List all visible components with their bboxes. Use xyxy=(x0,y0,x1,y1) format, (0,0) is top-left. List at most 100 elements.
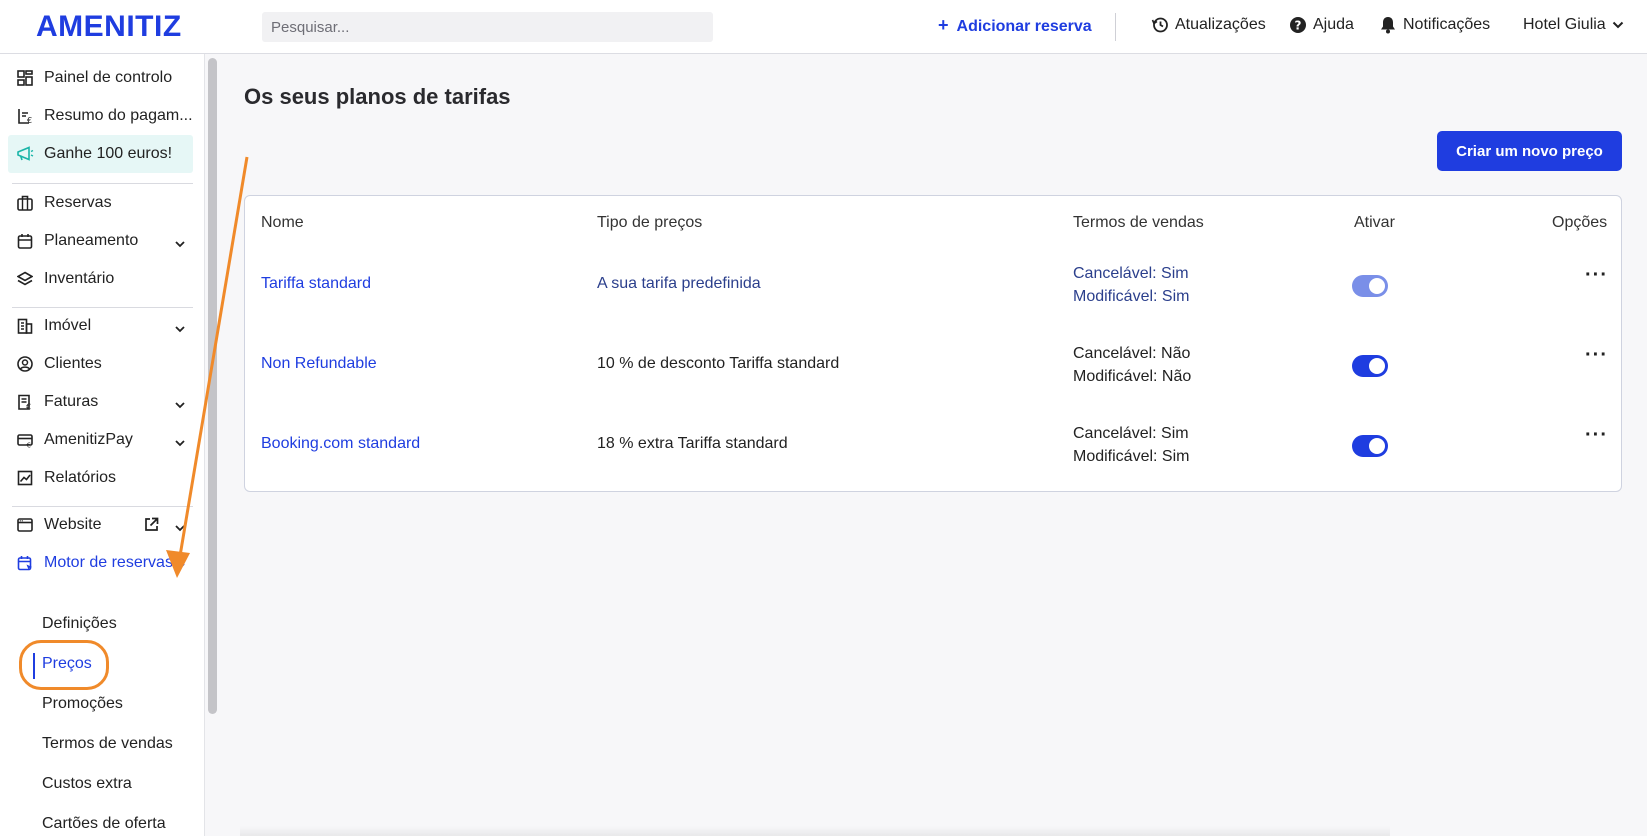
active-toggle[interactable] xyxy=(1352,275,1388,297)
active-toggle[interactable] xyxy=(1352,435,1388,457)
help-icon: ? xyxy=(1288,15,1307,34)
sidebar-item-label: Reservas xyxy=(44,194,112,211)
sidebar-item-dashboard[interactable]: Painel de controlo xyxy=(8,59,193,97)
sales-terms: Cancelável: Sim Modificável: Sim xyxy=(1073,422,1189,468)
chevron-down-icon xyxy=(175,235,185,253)
rate-name-link[interactable]: Booking.com standard xyxy=(261,435,420,453)
sidebar-item-label: Motor de reservas xyxy=(44,554,173,571)
sales-terms: Cancelável: Sim Modificável: Sim xyxy=(1073,262,1189,308)
invoice-icon: € xyxy=(16,393,34,411)
sidebar-item-label: Clientes xyxy=(44,355,102,372)
calendar-icon xyxy=(16,232,34,250)
column-header-options: Opções xyxy=(1552,214,1608,231)
page-title: Os seus planos de tarifas xyxy=(244,84,511,109)
svg-text:€: € xyxy=(27,442,31,449)
external-link-icon[interactable] xyxy=(144,517,159,537)
chevron-down-icon xyxy=(175,557,185,575)
clients-icon xyxy=(16,355,34,373)
payment-summary-icon: € xyxy=(16,107,34,125)
sidebar-scrollbar[interactable] xyxy=(208,58,217,714)
sales-terms: Cancelável: Não Modificável: Não xyxy=(1073,342,1191,388)
updates-label: Atualizações xyxy=(1175,15,1266,33)
notifications-link[interactable]: Notificações xyxy=(1378,15,1490,34)
toggle-knob xyxy=(1369,438,1385,454)
sidebar-item-booking-engine[interactable]: Motor de reservas xyxy=(8,544,193,582)
sidebar-item-label: Resumo do pagam... xyxy=(44,107,193,124)
rate-type: 10 % de desconto Tariffa standard xyxy=(597,355,840,372)
cancellable-text: Cancelável: Não xyxy=(1073,345,1191,362)
sidebar-item-clients[interactable]: Clientes xyxy=(8,345,193,383)
subnav-definitions[interactable]: Definições xyxy=(42,615,117,633)
active-toggle[interactable] xyxy=(1352,355,1388,377)
column-header-terms: Termos de vendas xyxy=(1073,214,1204,231)
svg-text:€: € xyxy=(27,116,32,124)
svg-text:?: ? xyxy=(1294,18,1301,32)
svg-text:€: € xyxy=(26,403,31,411)
sidebar-item-amenitizpay[interactable]: € AmenitizPay xyxy=(8,421,193,459)
sidebar-item-label: AmenitizPay xyxy=(44,431,133,448)
sidebar-item-payment-summary[interactable]: € Resumo do pagam... xyxy=(8,97,193,135)
subnav-gift-cards[interactable]: Cartões de oferta xyxy=(42,815,166,833)
sidebar-item-label: Imóvel xyxy=(44,317,92,334)
header-divider xyxy=(1115,13,1116,41)
toggle-knob xyxy=(1369,278,1385,294)
card-icon: € xyxy=(16,431,34,449)
annotation-highlight-circle xyxy=(19,640,109,690)
subnav-promotions[interactable]: Promoções xyxy=(42,695,123,713)
chevron-down-icon xyxy=(1612,16,1624,34)
rate-type: 18 % extra Tariffa standard xyxy=(597,435,788,452)
sidebar-item-website[interactable]: Website xyxy=(8,506,193,544)
help-link[interactable]: ? Ajuda xyxy=(1288,15,1354,34)
layers-icon xyxy=(16,270,34,288)
top-bar: AMENITIZ + Adicionar reserva Atualizações… xyxy=(0,0,1647,54)
options-menu-icon[interactable]: ··· xyxy=(1585,344,1608,367)
add-reservation-label: Adicionar reserva xyxy=(956,18,1092,35)
sidebar-item-referral[interactable]: Ganhe 100 euros! xyxy=(8,135,193,173)
hotel-name: Hotel Giulia xyxy=(1523,16,1606,33)
plus-icon: + xyxy=(938,15,949,35)
sidebar-item-invoices[interactable]: € Faturas xyxy=(8,383,193,421)
options-menu-icon[interactable]: ··· xyxy=(1585,424,1608,447)
column-header-type: Tipo de preços xyxy=(597,214,703,231)
add-reservation-button[interactable]: + Adicionar reserva xyxy=(938,15,1092,36)
sidebar-item-label: Website xyxy=(44,516,102,533)
briefcase-icon xyxy=(16,194,34,212)
browser-icon xyxy=(16,516,34,534)
column-header-name: Nome xyxy=(261,214,304,231)
sidebar-item-property[interactable]: Imóvel xyxy=(8,307,193,345)
help-label: Ajuda xyxy=(1313,15,1354,33)
options-menu-icon[interactable]: ··· xyxy=(1585,264,1608,287)
bottom-shadow xyxy=(240,826,1390,836)
sidebar-item-label: Relatórios xyxy=(44,469,117,486)
chevron-down-icon xyxy=(175,320,185,338)
rate-name-link[interactable]: Non Refundable xyxy=(261,355,377,373)
column-header-active: Ativar xyxy=(1354,214,1395,231)
modifiable-text: Modificável: Sim xyxy=(1073,288,1190,305)
notifications-label: Notificações xyxy=(1403,15,1491,33)
search-input[interactable] xyxy=(262,12,713,42)
subnav-sales-terms[interactable]: Termos de vendas xyxy=(42,735,173,753)
sidebar-item-label: Inventário xyxy=(44,270,115,287)
create-new-price-button[interactable]: Criar um novo preço xyxy=(1437,131,1622,171)
subnav-extra-costs[interactable]: Custos extra xyxy=(42,775,132,793)
updates-link[interactable]: Atualizações xyxy=(1150,15,1266,34)
rate-type: A sua tarifa predefinida xyxy=(597,275,761,292)
sidebar-item-reservations[interactable]: Reservas xyxy=(8,184,193,222)
table-row: Tariffa standard A sua tarifa predefinid… xyxy=(245,258,1621,338)
sidebar-item-planning[interactable]: Planeamento xyxy=(8,222,193,260)
chevron-down-icon xyxy=(175,434,185,452)
sidebar-item-inventory[interactable]: Inventário xyxy=(8,260,193,298)
rate-name-link[interactable]: Tariffa standard xyxy=(261,275,371,293)
cancellable-text: Cancelável: Sim xyxy=(1073,425,1189,442)
sidebar-item-reports[interactable]: Relatórios xyxy=(8,459,193,497)
hotel-selector[interactable]: Hotel Giulia xyxy=(1523,16,1624,34)
dashboard-icon xyxy=(16,69,34,87)
chart-icon xyxy=(16,469,34,487)
amenitiz-logo[interactable]: AMENITIZ xyxy=(36,10,182,44)
toggle-knob xyxy=(1369,358,1385,374)
sidebar: Painel de controlo € Resumo do pagam... … xyxy=(0,54,205,836)
modifiable-text: Modificável: Sim xyxy=(1073,448,1190,465)
history-icon xyxy=(1150,15,1169,34)
table-row: Booking.com standard 18 % extra Tariffa … xyxy=(245,418,1621,498)
chevron-down-icon xyxy=(175,519,185,537)
